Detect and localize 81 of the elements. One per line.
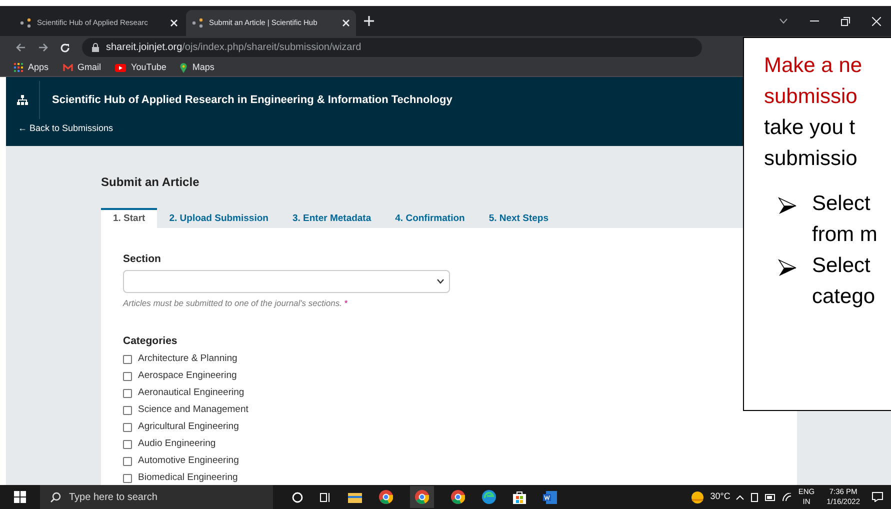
wifi-icon[interactable] [782, 492, 792, 502]
browser-icon[interactable] [415, 490, 429, 504]
bookmark-link[interactable]: Apps [14, 60, 49, 74]
tray-device-icon[interactable] [750, 492, 760, 502]
checkbox-label: Science and Management [138, 402, 248, 417]
callout-text: submissio [764, 84, 858, 110]
bookmark-link[interactable]: Maps [180, 60, 214, 74]
checkbox-label: Architecture & Planning [138, 352, 238, 366]
checkbox[interactable] [123, 372, 132, 380]
bookmark-link[interactable]: Gmail [62, 60, 102, 74]
checkbox[interactable] [123, 440, 132, 448]
callout-text: catego [812, 284, 876, 310]
callout-text: from m [812, 222, 878, 248]
checkbox-label: Biomedical Engineering [138, 470, 238, 485]
task-view-icon[interactable] [320, 492, 331, 502]
callout-text: submissio [764, 146, 858, 172]
weather-sun-icon[interactable] [691, 490, 704, 504]
address-bar[interactable]: shareit.joinjet.org/ojs/index.php/shareit/submission/wizard [82, 38, 702, 57]
checkbox-label: Aeronautical Engineering [138, 386, 244, 400]
chevron-down-icon[interactable] [779, 18, 788, 24]
checkbox-label: Automotive Engineering [138, 454, 239, 468]
arrowhead-bullet-icon [778, 197, 797, 215]
checkbox-label: Agricultural Engineering [138, 420, 239, 434]
callout-text: Select [812, 253, 870, 279]
checkbox[interactable] [123, 456, 132, 466]
apps-grid-icon [14, 63, 23, 72]
arrowhead-bullet-icon [778, 259, 797, 277]
checkbox-label: Aerospace Engineering [138, 368, 237, 383]
callout-text: Make a ne [764, 53, 862, 79]
back-arrow-icon[interactable] [16, 43, 26, 52]
share-nodes-icon [192, 18, 204, 28]
forward-arrow-icon[interactable] [38, 43, 48, 52]
temperature-text: 30°C [710, 490, 730, 504]
step-tab[interactable]: 4. Confirmation [383, 208, 477, 228]
sitemap-icon[interactable] [17, 95, 28, 105]
callout-text: take you t [764, 115, 856, 141]
url-text: shareit.joinjet.org/ojs/index.php/shareit/submission/wizard [106, 41, 362, 55]
share-nodes-icon [20, 18, 32, 28]
close-icon[interactable] [170, 19, 178, 27]
map-pin-icon [180, 62, 188, 72]
windows-logo-icon[interactable] [14, 491, 26, 503]
back-link[interactable]: ← Back to Submissions [18, 122, 114, 136]
play-icon [115, 64, 126, 72]
field-label: Categories [123, 334, 178, 350]
close-icon[interactable] [872, 16, 881, 26]
circle-icon[interactable] [292, 492, 303, 502]
callout-text: Select [812, 191, 870, 217]
checkbox-label: Audio Engineering [138, 436, 216, 451]
taskbar-search-field[interactable]: Type here to search [40, 485, 273, 509]
word-doc-icon[interactable] [543, 490, 557, 504]
field-label: Section [123, 252, 161, 267]
checkbox[interactable] [123, 406, 132, 414]
page-heading: Submit an Article [101, 174, 200, 191]
lock-icon [92, 43, 99, 52]
browser-icon[interactable] [379, 490, 393, 504]
step-tab[interactable]: 1. Start [101, 208, 158, 228]
minimize-icon[interactable] [810, 20, 819, 22]
restore-icon[interactable] [841, 16, 850, 26]
notification-icon[interactable] [872, 492, 883, 502]
close-icon[interactable] [342, 19, 350, 27]
edge-browser-icon[interactable] [482, 490, 496, 504]
checkbox[interactable] [123, 422, 132, 432]
help-text: Articles must be submitted to one of the journal's sections. * [123, 296, 348, 310]
battery-icon[interactable] [765, 494, 776, 500]
plus-icon[interactable] [364, 16, 374, 26]
chevron-up-icon[interactable] [736, 494, 744, 500]
checkbox[interactable] [123, 474, 132, 482]
step-tab[interactable]: 2. Upload Submission [157, 208, 280, 228]
chevron-down-icon [437, 278, 444, 284]
site-title[interactable]: Scientific Hub of Applied Research in Engineering & Information Technology [40, 92, 452, 108]
folder-icon[interactable] [348, 492, 362, 502]
step-tab[interactable]: 5. Next Steps [476, 208, 560, 228]
checkbox[interactable] [123, 388, 132, 398]
reload-icon[interactable] [60, 42, 70, 52]
store-bag-icon[interactable] [513, 490, 526, 504]
mail-icon [62, 64, 73, 72]
search-icon [50, 492, 61, 502]
bookmark-link[interactable]: YouTube [115, 60, 166, 74]
browser-icon[interactable] [451, 490, 465, 504]
checkbox[interactable] [123, 354, 132, 364]
step-tab[interactable]: 3. Enter Metadata [280, 208, 384, 228]
